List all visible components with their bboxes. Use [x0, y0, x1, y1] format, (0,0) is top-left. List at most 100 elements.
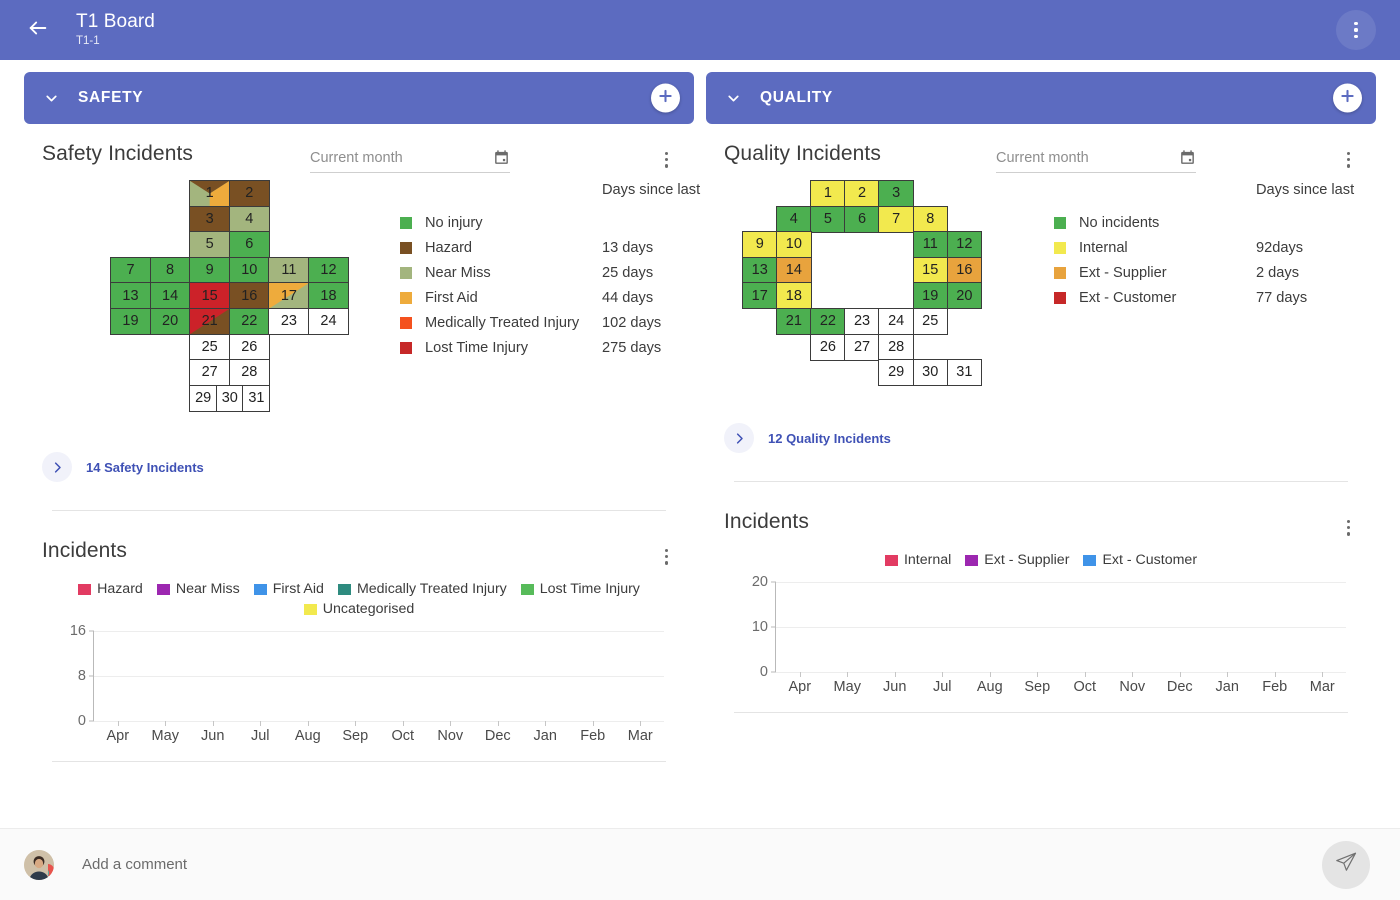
chart-legend-item[interactable]: Near Miss [156, 581, 240, 597]
safety-incidents-expand-link[interactable]: 14 Safety Incidents [42, 452, 676, 482]
safety-add-button[interactable] [651, 83, 680, 113]
quality-add-button[interactable] [1333, 83, 1362, 113]
calendar-day-cell[interactable]: 10 [228, 256, 270, 284]
calendar-day-cell[interactable]: 8 [912, 205, 948, 233]
chart-bar-slot[interactable]: Nov [1109, 582, 1157, 695]
calendar-day-cell[interactable]: 1 [189, 180, 231, 207]
chart-bar-slot[interactable]: Jun [871, 582, 919, 695]
chart-bar-slot[interactable]: Sep [332, 631, 380, 744]
chart-bar-slot[interactable]: Nov [427, 631, 475, 744]
calendar-day-cell[interactable]: 13 [742, 256, 778, 284]
calendar-day-cell[interactable]: 6 [228, 231, 270, 259]
chart-bar-slot[interactable]: Jan [522, 631, 570, 744]
calendar-day-cell[interactable]: 26 [810, 333, 846, 361]
calendar-day-cell[interactable]: 17 [742, 282, 778, 310]
calendar-day-cell[interactable]: 9 [189, 256, 231, 284]
calendar-day-cell[interactable]: 3 [878, 180, 914, 207]
send-comment-button[interactable] [1322, 840, 1370, 889]
safety-month-picker[interactable]: Current month [310, 149, 510, 173]
chart-legend-item[interactable]: Uncategorised [303, 601, 414, 617]
quality-card-overflow-menu[interactable] [1341, 148, 1356, 172]
quality-incidents-expand-link[interactable]: 12 Quality Incidents [724, 423, 1358, 453]
chart-bar-slot[interactable]: May [142, 631, 190, 744]
chart-bar-slot[interactable]: May [824, 582, 872, 695]
calendar-day-cell[interactable]: 16 [228, 282, 270, 310]
chart-bar-slot[interactable]: Jul [919, 582, 967, 695]
calendar-day-cell[interactable]: 8 [149, 256, 191, 284]
calendar-day-cell[interactable]: 7 [878, 205, 914, 233]
calendar-day-cell[interactable]: 27 [844, 333, 880, 361]
calendar-day-cell[interactable]: 18 [308, 282, 349, 310]
chart-bar-slot[interactable]: Mar [1299, 582, 1347, 695]
calendar-day-cell[interactable]: 26 [228, 333, 270, 361]
calendar-day-cell[interactable]: 14 [776, 256, 812, 284]
calendar-day-cell[interactable]: 19 [110, 308, 151, 335]
quality-section-header[interactable]: QUALITY [706, 72, 1376, 124]
calendar-day-cell[interactable]: 1 [810, 180, 846, 207]
calendar-day-cell[interactable]: 31 [242, 384, 271, 412]
calendar-day-cell[interactable]: 28 [228, 359, 270, 387]
chart-bar-slot[interactable]: Feb [1251, 582, 1299, 695]
chart-bar-slot[interactable]: Jun [189, 631, 237, 744]
back-button[interactable] [18, 10, 58, 50]
chart-bar-slot[interactable]: Feb [569, 631, 617, 744]
calendar-day-cell[interactable]: 4 [776, 205, 812, 233]
calendar-day-cell[interactable]: 6 [844, 205, 880, 233]
quality-month-picker[interactable]: Current month [996, 149, 1196, 173]
calendar-icon[interactable] [1179, 149, 1196, 166]
chart-legend-item[interactable]: First Aid [253, 581, 324, 597]
calendar-day-cell[interactable]: 29 [878, 359, 914, 387]
chart-bar-slot[interactable]: Dec [474, 631, 522, 744]
calendar-icon[interactable] [493, 149, 510, 166]
calendar-day-cell[interactable]: 23 [844, 308, 880, 335]
calendar-day-cell[interactable]: 7 [110, 256, 151, 284]
calendar-day-cell[interactable]: 17 [268, 282, 310, 310]
calendar-day-cell[interactable]: 5 [189, 231, 231, 259]
chart-bar-slot[interactable]: Dec [1156, 582, 1204, 695]
calendar-day-cell[interactable]: 18 [776, 282, 812, 310]
chevron-down-icon[interactable] [40, 87, 62, 109]
chart-legend-item[interactable]: Internal [884, 552, 951, 568]
chart-bar-slot[interactable]: Jul [237, 631, 285, 744]
calendar-day-cell[interactable]: 5 [810, 205, 846, 233]
chart-bar-slot[interactable]: Aug [284, 631, 332, 744]
calendar-day-cell[interactable]: 19 [912, 282, 948, 310]
calendar-day-cell[interactable]: 9 [742, 231, 778, 259]
calendar-day-cell[interactable]: 10 [776, 231, 812, 259]
calendar-day-cell[interactable]: 25 [912, 308, 948, 335]
calendar-day-cell[interactable]: 4 [228, 205, 270, 233]
calendar-day-cell[interactable]: 27 [189, 359, 231, 387]
calendar-day-cell[interactable]: 14 [149, 282, 191, 310]
calendar-day-cell[interactable]: 3 [189, 205, 231, 233]
calendar-day-cell[interactable]: 31 [946, 359, 983, 387]
calendar-day-cell[interactable]: 2 [844, 180, 880, 207]
chart-bar-slot[interactable]: Apr [94, 631, 142, 744]
chart-legend-item[interactable]: Ext - Customer [1083, 552, 1197, 568]
calendar-day-cell[interactable]: 30 [215, 384, 244, 412]
calendar-day-cell[interactable]: 20 [946, 282, 983, 310]
add-comment-input[interactable]: Add a comment [82, 856, 187, 873]
chevron-down-icon[interactable] [722, 87, 744, 109]
safety-chart-overflow-menu[interactable] [659, 545, 674, 569]
safety-section-header[interactable]: SAFETY [24, 72, 694, 124]
calendar-day-cell[interactable]: 24 [878, 308, 914, 335]
chart-legend-item[interactable]: Lost Time Injury [520, 581, 640, 597]
chart-bar-slot[interactable]: Aug [966, 582, 1014, 695]
calendar-day-cell[interactable]: 25 [189, 333, 231, 361]
calendar-day-cell[interactable]: 11 [268, 256, 310, 284]
safety-calendar-grid[interactable]: 1 2 3 4 5 6 7 8 9 10 11 12 13 14 15 16 17 18 19 20 21 22 23 24 2… [110, 180, 372, 430]
calendar-day-cell[interactable]: 30 [912, 359, 948, 387]
quality-calendar-grid[interactable]: 1 2 3 4 5 6 7 8 9 10 11 12 13 14 15 16 17 18 19 20 21 22 23 24 2… [742, 180, 1032, 405]
chart-bar-slot[interactable]: Apr [776, 582, 824, 695]
calendar-day-cell[interactable]: 24 [308, 308, 349, 335]
calendar-day-cell[interactable]: 15 [189, 282, 231, 310]
chart-legend-item[interactable]: Hazard [78, 581, 143, 597]
calendar-day-cell[interactable]: 12 [946, 231, 983, 259]
calendar-day-cell[interactable]: 13 [110, 282, 151, 310]
chart-bar-slot[interactable]: Sep [1014, 582, 1062, 695]
chart-legend-item[interactable]: Medically Treated Injury [337, 581, 507, 597]
safety-card-overflow-menu[interactable] [659, 148, 674, 172]
header-overflow-menu-button[interactable] [1336, 10, 1376, 50]
calendar-day-cell[interactable]: 23 [268, 308, 310, 335]
chart-legend-item[interactable]: Ext - Supplier [965, 552, 1069, 568]
